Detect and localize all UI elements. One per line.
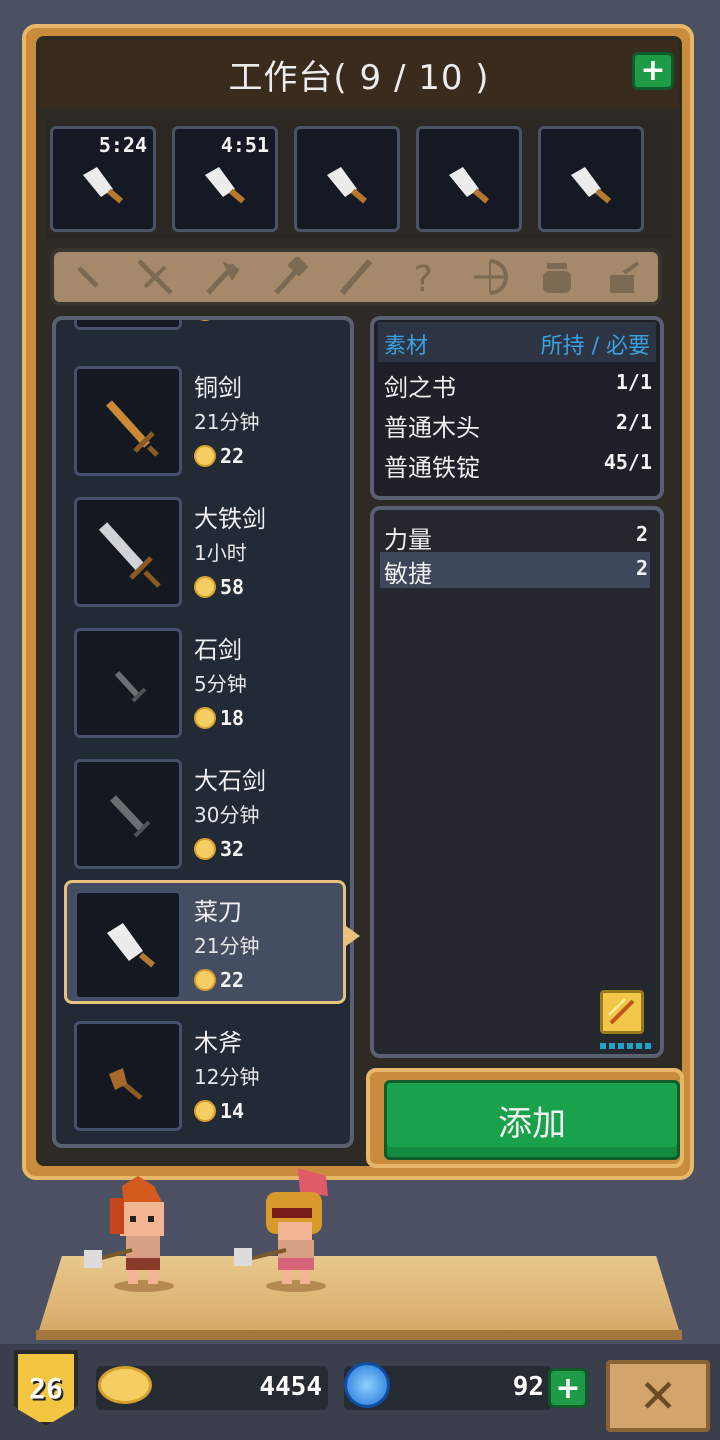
list-item[interactable]: 大石剑 30分钟 32 (56, 759, 350, 881)
item-cost: 18 (194, 706, 244, 730)
svg-text:?: ? (412, 259, 434, 297)
coin-icon (194, 320, 216, 321)
item-name: 石剑 (194, 636, 242, 664)
item-slot (74, 366, 182, 476)
list-item[interactable]: 铜剑 21分钟 22 (56, 366, 350, 488)
recipe-book-icon[interactable] (600, 990, 644, 1034)
sword-category-icon[interactable] (132, 254, 178, 300)
selection-pointer-icon (346, 926, 360, 946)
item-slot (74, 320, 182, 330)
misc-category-icon[interactable] (601, 254, 647, 300)
recipe-list[interactable]: 14 铜剑 21分钟 22 大铁剑 1小时 58 石剑 5分钟 18 大石剑 3… (52, 316, 354, 1148)
owned-required-label: 所持 / 必要 (540, 334, 650, 359)
cleaver-icon (327, 167, 368, 204)
stage-edge (36, 1330, 682, 1340)
craft-queue: 5:24 4:51 (46, 120, 672, 238)
materials-header: 素材 所持 / 必要 (378, 322, 656, 362)
queue-timer: 5:24 (98, 133, 147, 157)
stat-row: 敏捷 2 (380, 552, 650, 588)
pot-category-icon[interactable] (534, 254, 580, 300)
item-name: 木斧 (194, 1029, 242, 1057)
blacksmith-character-1 (84, 1176, 174, 1292)
item-cost: 14 (194, 320, 244, 322)
queue-slot[interactable] (294, 126, 400, 232)
gem-amount: 92 (512, 1372, 544, 1402)
item-name: 大铁剑 (194, 505, 266, 533)
stone-sword-icon (114, 670, 147, 703)
item-cost: 14 (194, 1099, 244, 1123)
staff-category-icon[interactable] (333, 254, 379, 300)
item-cost: 58 (194, 575, 244, 599)
bow-category-icon[interactable] (467, 254, 513, 300)
blacksmith-character-2 (234, 1168, 328, 1292)
material-row: 剑之书 1/1 (384, 370, 652, 402)
item-time: 21分钟 (194, 410, 260, 434)
wood-axe-icon (109, 1068, 143, 1100)
coin-icon (194, 969, 216, 991)
list-item[interactable]: 14 (56, 320, 350, 342)
category-tabs: ? (50, 248, 662, 306)
coin-icon (194, 838, 216, 860)
list-item[interactable]: 石剑 5分钟 18 (56, 628, 350, 750)
item-time: 12分钟 (194, 1065, 260, 1089)
coin-icon (194, 1100, 216, 1122)
coin-icon (194, 707, 216, 729)
coin-icon (98, 1366, 152, 1404)
item-slot (74, 1021, 182, 1131)
coin-amount: 4454 (259, 1372, 322, 1402)
cleaver-icon (205, 167, 246, 204)
close-button[interactable]: ✕ (606, 1360, 710, 1432)
list-item[interactable]: 大铁剑 1小时 58 (56, 497, 350, 619)
item-cost: 22 (194, 968, 244, 992)
queue-slot[interactable]: 4:51 (172, 126, 278, 232)
item-name: 铜剑 (194, 374, 242, 402)
coin-icon (194, 445, 216, 467)
stone-greatsword-icon (110, 795, 151, 838)
add-slot-button[interactable]: + (632, 52, 674, 90)
item-cost: 22 (194, 444, 244, 468)
cleaver-icon (571, 167, 612, 204)
add-button[interactable]: 添加 (384, 1080, 680, 1160)
gem-icon (344, 1362, 390, 1408)
mystery-category-icon[interactable]: ? (400, 254, 446, 300)
item-name: 菜刀 (194, 898, 242, 926)
queue-slot[interactable] (538, 126, 644, 232)
cleaver-icon (449, 167, 490, 204)
item-slot (74, 497, 182, 607)
list-item[interactable]: 木斧 12分钟 14 (56, 1021, 350, 1143)
item-slot (74, 759, 182, 869)
workbench-title: 工作台( 9 / 10 ) (40, 40, 678, 108)
item-time: 30分钟 (194, 803, 260, 827)
axe-category-icon[interactable] (199, 254, 245, 300)
copper-sword-icon (106, 400, 159, 457)
iron-greatsword-icon (98, 522, 161, 588)
coin-icon (194, 576, 216, 598)
queue-slot[interactable] (416, 126, 522, 232)
item-time: 1小时 (194, 541, 247, 565)
item-time: 21分钟 (194, 934, 260, 958)
item-name: 大石剑 (194, 767, 266, 795)
stat-row: 力量 2 (384, 522, 648, 554)
queue-slot[interactable]: 5:24 (50, 126, 156, 232)
item-slot (74, 890, 182, 1000)
cleaver-icon (107, 923, 156, 968)
item-cost: 32 (194, 837, 244, 861)
item-slot (74, 628, 182, 738)
dagger-category-icon[interactable] (65, 254, 111, 300)
list-item-selected[interactable]: 菜刀 21分钟 22 (56, 880, 350, 1012)
cleaver-icon (83, 167, 124, 204)
material-row: 普通木头 2/1 (384, 410, 652, 442)
buy-gems-button[interactable]: + (548, 1368, 588, 1408)
hammer-category-icon[interactable] (266, 254, 312, 300)
item-time: 5分钟 (194, 672, 247, 696)
page-indicator (600, 1043, 651, 1049)
materials-header-label: 素材 (384, 334, 429, 359)
material-row: 普通铁锭 45/1 (384, 450, 652, 482)
queue-timer: 4:51 (220, 133, 269, 157)
